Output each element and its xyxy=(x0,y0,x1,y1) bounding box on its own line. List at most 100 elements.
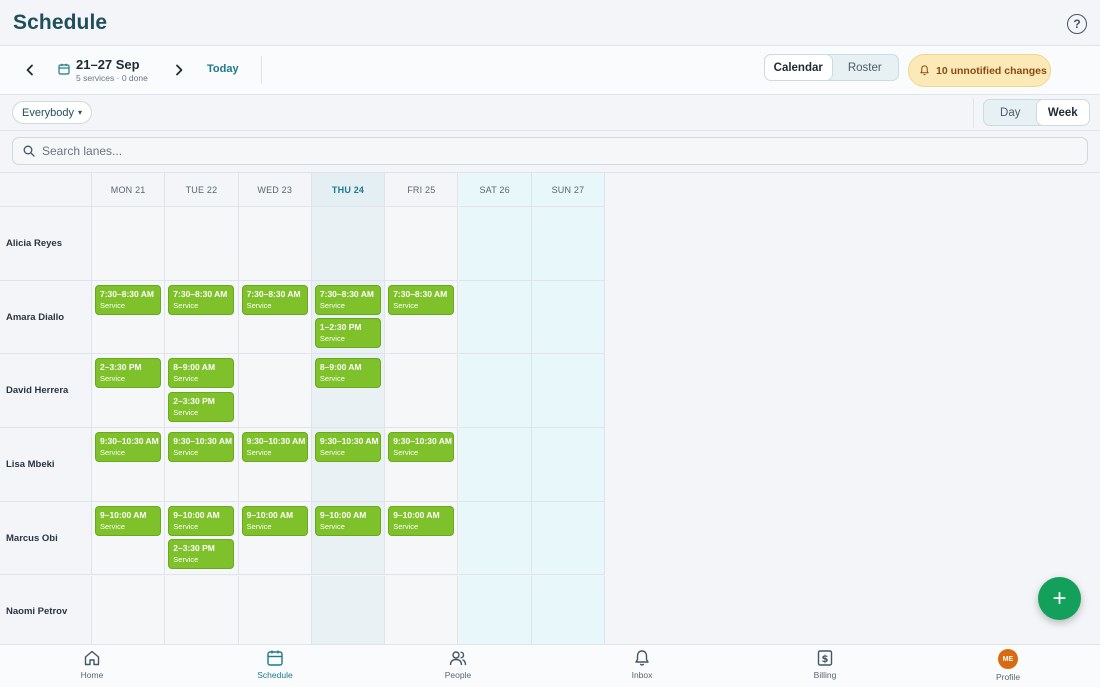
schedule-cell[interactable] xyxy=(531,428,606,502)
schedule-cell[interactable]: 8–9:00 AM Service xyxy=(311,354,386,429)
service-event[interactable]: 8–9:00 AM Service xyxy=(314,358,381,389)
schedule-cell[interactable] xyxy=(531,575,606,644)
service-event-time: 9–10:00 AM xyxy=(100,509,147,520)
date-range-summary: 5 services · 0 done xyxy=(76,73,148,83)
day-header[interactable]: TUE 22 xyxy=(165,173,239,207)
schedule-cell[interactable] xyxy=(531,207,606,281)
lane-label[interactable]: Marcus Obi xyxy=(0,501,92,576)
schedule-cell[interactable]: 7:30–8:30 AM Service xyxy=(385,280,459,355)
day-period-option[interactable]: Day xyxy=(984,100,1037,125)
tab-home[interactable]: Home xyxy=(47,649,137,685)
service-event-label: Service xyxy=(319,448,345,458)
service-event[interactable]: 9–10:00 AM Service xyxy=(168,505,235,536)
service-event[interactable]: 9–10:00 AM Service xyxy=(95,505,161,536)
service-event[interactable]: 8–9:00 AM Service xyxy=(168,358,235,389)
schedule-cell[interactable] xyxy=(238,354,312,429)
service-event[interactable]: 9:30–10:30 AM Service xyxy=(241,432,308,463)
day-header[interactable]: THU 24 xyxy=(311,173,386,207)
schedule-cell[interactable] xyxy=(92,207,166,281)
schedule-cell[interactable] xyxy=(385,354,459,429)
people-filter-dropdown[interactable]: Everybody ▾ xyxy=(12,101,92,124)
day-header[interactable]: SAT 26 xyxy=(458,173,532,207)
schedule-cell[interactable]: 9:30–10:30 AM Service xyxy=(311,428,386,502)
schedule-cell[interactable] xyxy=(458,428,532,502)
filter-bar: Everybody ▾ Day Week xyxy=(0,95,1100,131)
schedule-cell[interactable]: 7:30–8:30 AM Service xyxy=(92,280,166,355)
week-period-option[interactable]: Week xyxy=(1036,100,1089,125)
schedule-cell[interactable] xyxy=(531,354,606,429)
lane-label[interactable]: Alicia Reyes xyxy=(0,207,92,281)
next-week-button[interactable] xyxy=(168,59,190,81)
lane-label[interactable]: David Herrera xyxy=(0,354,92,429)
schedule-cell[interactable] xyxy=(458,354,532,429)
schedule-cell[interactable]: 9:30–10:30 AM Service xyxy=(92,428,166,502)
schedule-cell[interactable] xyxy=(92,575,166,644)
schedule-cell[interactable]: 9:30–10:30 AM Service xyxy=(385,428,459,502)
schedule-cell[interactable] xyxy=(458,207,532,281)
schedule-cell[interactable]: 9–10:00 AM Service xyxy=(238,501,312,576)
roster-view-option[interactable]: Roster xyxy=(832,55,899,80)
day-header[interactable]: MON 21 xyxy=(92,173,166,207)
search-input[interactable] xyxy=(42,144,1042,158)
schedule-cell[interactable] xyxy=(311,575,386,644)
schedule-cell[interactable] xyxy=(165,575,239,644)
today-button[interactable]: Today xyxy=(207,63,239,75)
service-event[interactable]: 9:30–10:30 AM Service xyxy=(314,432,381,463)
schedule-cell[interactable] xyxy=(531,280,606,355)
schedule-cell[interactable] xyxy=(531,501,606,576)
tab-profile[interactable]: ME Profile xyxy=(963,649,1053,685)
service-event[interactable]: 9:30–10:30 AM Service xyxy=(168,432,235,463)
schedule-cell[interactable] xyxy=(458,575,532,644)
lane-label[interactable]: Naomi Petrov xyxy=(0,575,92,644)
service-event[interactable]: 7:30–8:30 AM Service xyxy=(388,284,455,315)
service-event[interactable]: 7:30–8:30 AM Service xyxy=(241,284,308,315)
schedule-cell[interactable]: 8–9:00 AM Service 2–3:30 PM Service xyxy=(165,354,239,429)
schedule-cell[interactable]: 9:30–10:30 AM Service xyxy=(165,428,239,502)
help-icon[interactable]: ? xyxy=(1067,14,1087,34)
schedule-cell[interactable] xyxy=(458,280,532,355)
schedule-cell[interactable] xyxy=(238,575,312,644)
service-event[interactable]: 1–2:30 PM Service xyxy=(314,318,381,349)
service-event[interactable]: 7:30–8:30 AM Service xyxy=(168,284,235,315)
schedule-cell[interactable]: 7:30–8:30 AM Service xyxy=(238,280,312,355)
schedule-cell[interactable]: 9–10:00 AM Service xyxy=(92,501,166,576)
schedule-cell[interactable]: 7:30–8:30 AM Service 1–2:30 PM Service xyxy=(311,280,386,355)
tab-schedule[interactable]: Schedule xyxy=(230,649,320,685)
tab-people[interactable]: People xyxy=(413,649,503,685)
service-event[interactable]: 2–3:30 PM Service xyxy=(168,539,235,570)
day-header[interactable]: FRI 25 xyxy=(385,173,459,207)
lane-label[interactable]: Amara Diallo xyxy=(0,280,92,355)
schedule-cell[interactable] xyxy=(385,207,459,281)
tab-inbox[interactable]: Inbox xyxy=(597,649,687,685)
schedule-cell[interactable] xyxy=(238,207,312,281)
day-header[interactable]: SUN 27 xyxy=(531,173,606,207)
add-service-button[interactable]: + xyxy=(1038,577,1081,620)
schedule-cell[interactable]: 9–10:00 AM Service 2–3:30 PM Service xyxy=(165,501,239,576)
service-event[interactable]: 7:30–8:30 AM Service xyxy=(314,284,381,315)
service-event[interactable]: 2–3:30 PM Service xyxy=(168,391,235,422)
schedule-cell[interactable]: 9–10:00 AM Service xyxy=(385,501,459,576)
day-header[interactable]: WED 23 xyxy=(238,173,312,207)
schedule-cell[interactable]: 7:30–8:30 AM Service xyxy=(165,280,239,355)
schedule-cell[interactable]: 2–3:30 PM Service xyxy=(92,354,166,429)
tab-billing-label: Billing xyxy=(813,670,837,680)
service-event[interactable]: 9:30–10:30 AM Service xyxy=(95,432,161,463)
schedule-cell[interactable] xyxy=(385,575,459,644)
unnotified-changes-button[interactable]: 10 unnotified changes xyxy=(908,54,1051,87)
service-event[interactable]: 9–10:00 AM Service xyxy=(388,505,455,536)
schedule-cell[interactable] xyxy=(165,207,239,281)
schedule-cell[interactable]: 9:30–10:30 AM Service xyxy=(238,428,312,502)
calendar-view-option[interactable]: Calendar xyxy=(765,55,832,80)
schedule-cell[interactable] xyxy=(311,207,386,281)
prev-week-button[interactable] xyxy=(19,59,41,81)
tab-billing[interactable]: $ Billing xyxy=(780,649,870,685)
service-event[interactable]: 9–10:00 AM Service xyxy=(314,505,381,536)
service-event[interactable]: 7:30–8:30 AM Service xyxy=(95,284,161,315)
tab-people-label: People xyxy=(444,670,472,680)
lane-label[interactable]: Lisa Mbeki xyxy=(0,428,92,502)
service-event[interactable]: 2–3:30 PM Service xyxy=(95,358,161,389)
service-event[interactable]: 9–10:00 AM Service xyxy=(241,505,308,536)
service-event[interactable]: 9:30–10:30 AM Service xyxy=(388,432,455,463)
schedule-cell[interactable] xyxy=(458,501,532,576)
schedule-cell[interactable]: 9–10:00 AM Service xyxy=(311,501,386,576)
